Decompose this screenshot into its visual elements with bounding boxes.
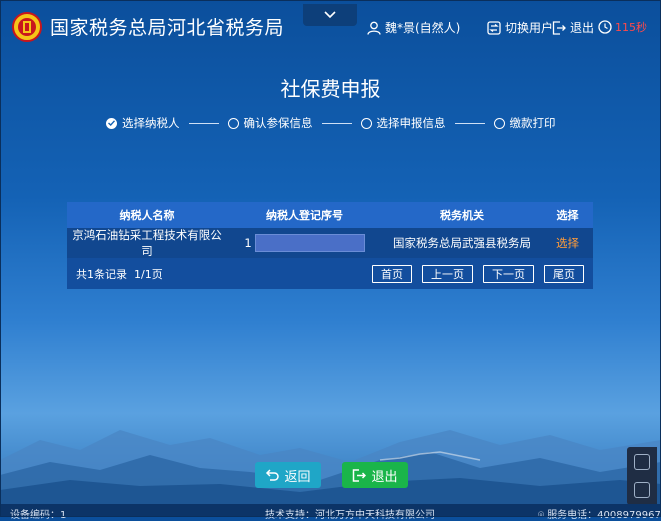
logout-label: 退出 [570, 21, 595, 35]
help-icon[interactable] [634, 482, 650, 498]
switch-user-icon [487, 20, 501, 35]
step-payment-print: 缴款打印 [493, 115, 556, 131]
step-label: 选择申报信息 [376, 116, 446, 130]
taxpayer-name-cell: 京鸿石油钻采工程技术有限公司 [72, 228, 222, 258]
exit-button[interactable]: 退出 [342, 462, 408, 488]
column-header: 税务机关 [440, 209, 484, 222]
location-icon: ⌾ [538, 510, 544, 521]
redacted-block [254, 234, 365, 252]
user-name: 魏*景(自然人) [385, 21, 461, 35]
tax-emblem-icon [12, 12, 42, 42]
switch-user-label: 切换用户 [505, 21, 554, 35]
tax-office-cell: 国家税务总局武强县税务局 [393, 236, 531, 250]
user-info: 魏*景(自然人) [367, 19, 460, 36]
table-header-row: 纳税人名称 纳税人登记序号 税务机关 选择 [67, 202, 593, 228]
logout-icon [552, 20, 566, 35]
circle-icon [493, 117, 505, 129]
step-divider [188, 122, 219, 124]
record-summary: 共1条记录 1/1页 [76, 267, 163, 281]
header: 国家税务总局河北省税务局 魏*景(自然人) 切换用户 退出 115秒 [0, 0, 661, 52]
tech-support: 技术支持：河北万方中天科技有限公司 [265, 510, 435, 521]
undo-icon [266, 469, 280, 481]
chat-icon[interactable] [634, 454, 650, 470]
clock-icon [598, 20, 612, 34]
last-page-button[interactable]: 尾页 [544, 264, 584, 283]
back-button[interactable]: 返回 [255, 462, 321, 488]
countdown-value: 115秒 [615, 21, 647, 34]
next-page-button[interactable]: 下一页 [483, 264, 534, 283]
exit-icon [353, 468, 367, 482]
step-confirm-insurance: 确认参保信息 [227, 115, 313, 131]
step-divider [454, 122, 485, 124]
side-toolbar [627, 447, 657, 505]
exit-label: 退出 [371, 469, 398, 485]
back-label: 返回 [284, 469, 311, 485]
session-timer: 115秒 [598, 19, 647, 35]
table-row: 京鸿石油钻采工程技术有限公司 1 国家税务总局武强县税务局 选择 [67, 228, 593, 258]
prev-page-button[interactable]: 上一页 [422, 264, 473, 283]
registration-prefix: 1 [244, 236, 252, 250]
registration-number-cell: 1 [227, 234, 382, 252]
pagination-bar: 共1条记录 1/1页 首页 上一页 下一页 尾页 [67, 258, 593, 289]
column-header: 选择 [556, 209, 579, 222]
user-icon [367, 21, 381, 35]
circle-icon [227, 117, 239, 129]
step-indicator: 选择纳税人 确认参保信息 选择申报信息 缴款打印 [106, 115, 556, 131]
check-circle-icon [106, 117, 117, 129]
footer: 设备编码：1 技术支持：河北万方中天科技有限公司 ⌾ 服务电话：40089799… [0, 504, 661, 521]
step-divider [321, 122, 352, 124]
service-phone-text: 服务电话：4008979967 [547, 510, 661, 521]
step-select-taxpayer: 选择纳税人 [106, 115, 180, 131]
site-title: 国家税务总局河北省税务局 [50, 17, 285, 39]
great-wall-background [0, 430, 661, 504]
step-label: 选择纳税人 [122, 116, 180, 130]
step-select-declaration: 选择申报信息 [360, 115, 446, 131]
select-taxpayer-link[interactable]: 选择 [556, 236, 579, 250]
first-page-button[interactable]: 首页 [372, 264, 412, 283]
logout-button[interactable]: 退出 [552, 19, 594, 36]
taxpayer-table: 纳税人名称 纳税人登记序号 税务机关 选择 京鸿石油钻采工程技术有限公司 1 国… [67, 202, 593, 289]
circle-icon [360, 117, 372, 129]
device-code: 设备编码：1 [10, 510, 67, 521]
step-label: 确认参保信息 [243, 116, 313, 130]
page-title: 社保费申报 [280, 77, 381, 101]
column-header: 纳税人名称 [119, 209, 175, 222]
collapse-header-button[interactable] [303, 4, 357, 26]
step-label: 缴款打印 [509, 116, 556, 130]
column-header: 纳税人登记序号 [266, 209, 343, 222]
service-phone: ⌾ 服务电话：4008979967 [538, 506, 661, 521]
chevron-down-icon [324, 11, 336, 19]
switch-user-button[interactable]: 切换用户 [487, 19, 553, 36]
